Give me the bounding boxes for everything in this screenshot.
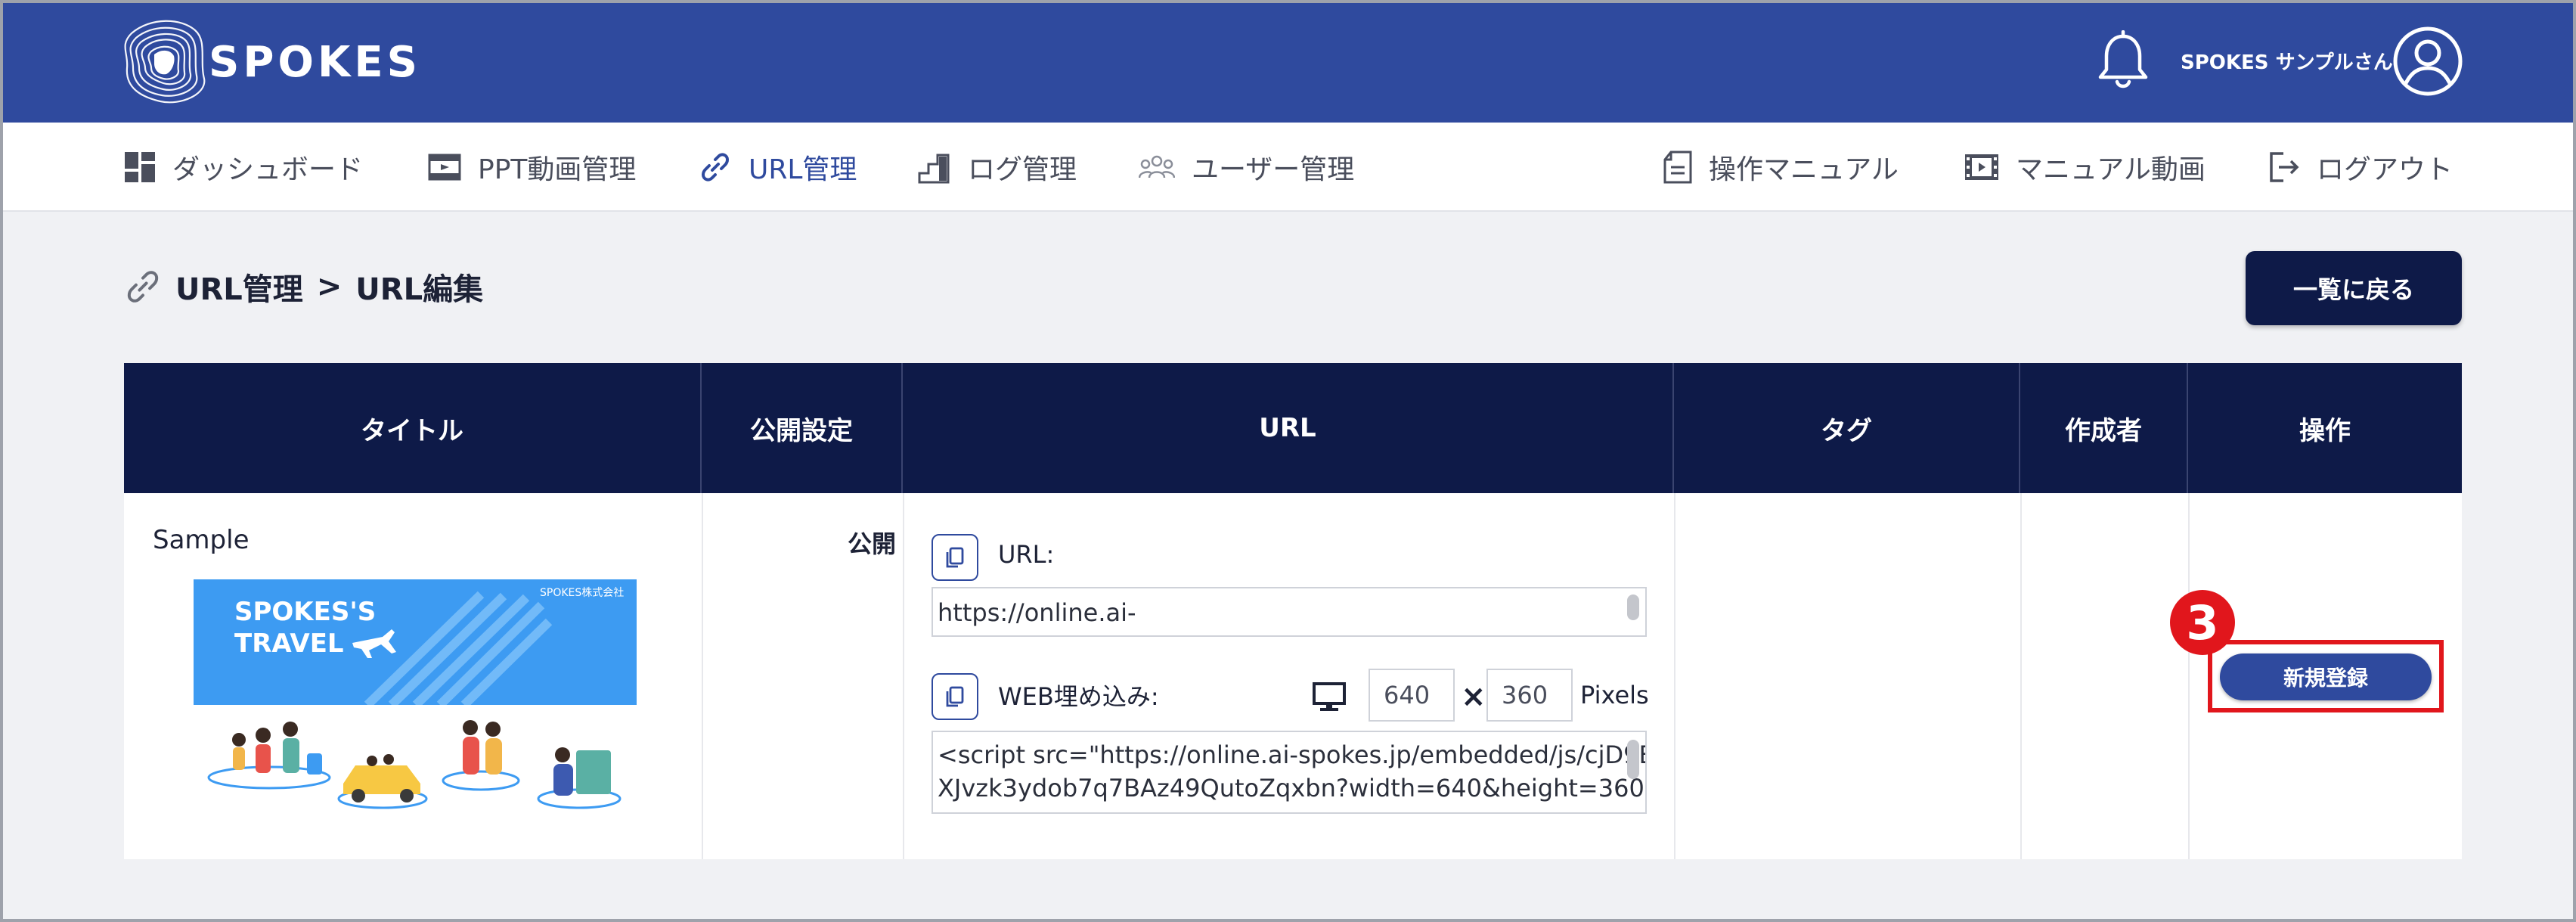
- stairs-chart-icon: [918, 154, 950, 184]
- nav-label: PPT動画管理: [478, 154, 637, 185]
- nav-item-manual[interactable]: 操作マニュアル: [1663, 123, 1899, 212]
- column-header-actions: 操作: [2299, 415, 2351, 446]
- link-icon: [127, 271, 159, 303]
- url-label: URL:: [998, 540, 1055, 569]
- column-divider: [2020, 493, 2022, 859]
- nav-item-ppt-video[interactable]: PPT動画管理: [428, 123, 636, 212]
- row-title: Sample: [153, 525, 250, 555]
- url-field[interactable]: https://online.ai-spokes.jp/view/cjD9BXJ…: [932, 587, 1647, 637]
- column-divider: [702, 493, 703, 859]
- logout-icon: [2270, 152, 2299, 182]
- nav-item-logout[interactable]: ログアウト: [2268, 123, 2453, 212]
- nav-label: 操作マニュアル: [1709, 154, 1899, 185]
- nav-label: マニュアル動画: [2016, 154, 2206, 185]
- monitor-icon: [1313, 682, 1346, 711]
- embed-width-value: 640: [1384, 681, 1431, 709]
- nav-label: URL管理: [749, 154, 857, 185]
- nav-item-url[interactable]: URL管理: [699, 123, 857, 212]
- top-header: SPOKES SPOKES サンプルさん: [3, 3, 2573, 123]
- document-icon: [1663, 151, 1692, 184]
- embed-height-input[interactable]: 360: [1486, 669, 1573, 722]
- column-header-tag: タグ: [1674, 363, 2020, 493]
- thumbnail-company: SPOKES株式会社: [540, 587, 624, 599]
- nav-item-users[interactable]: ユーザー管理: [1139, 123, 1354, 212]
- table-header: タイトル 公開設定 URL タグ 作成者 操作: [124, 363, 2462, 493]
- column-header-public: 公開設定: [702, 363, 903, 493]
- embed-label: WEB埋め込み:: [998, 682, 1159, 711]
- column-header-creator: 作成者: [2020, 363, 2188, 493]
- column-header-title: タイトル: [124, 363, 702, 493]
- column-divider: [1674, 493, 1675, 859]
- embed-code-line2: XJvzk3ydob7q7BAz49QutoZqxbn?width=640&he…: [938, 774, 1647, 802]
- embed-code-field[interactable]: <script src="https://online.ai-spokes.jp…: [932, 731, 1647, 814]
- breadcrumb-current: URL編集: [355, 272, 484, 307]
- embed-code-line1: <script src="https://online.ai-spokes.jp…: [938, 740, 1647, 769]
- nav-item-dashboard[interactable]: ダッシュボード: [124, 123, 363, 212]
- app-window: SPOKES SPOKES サンプルさん ダッシュボード PPT動画管理 URL…: [0, 0, 2576, 922]
- register-button[interactable]: 新規登録: [2220, 653, 2432, 700]
- nav-label: ログアウト: [2317, 154, 2454, 185]
- brand-name: SPOKES: [209, 38, 421, 87]
- video-icon: [1965, 154, 1998, 180]
- nav-item-manual-video[interactable]: マニュアル動画: [1964, 123, 2206, 212]
- embed-height-value: 360: [1502, 681, 1548, 709]
- thumbnail-title-line2: TRAVEL: [234, 629, 344, 659]
- link-icon: [701, 153, 730, 182]
- scrollbar[interactable]: [1627, 740, 1639, 779]
- scrollbar[interactable]: [1627, 594, 1639, 620]
- url-value: https://online.ai-spokes.jp/view/cjD9BXJ…: [938, 598, 1441, 635]
- nav-label: ユーザー管理: [1192, 154, 1355, 185]
- bell-icon[interactable]: [2096, 30, 2150, 91]
- breadcrumb: URL管理 > URL編集: [124, 265, 483, 309]
- film-icon: [428, 154, 461, 181]
- embed-width-input[interactable]: 640: [1369, 669, 1455, 722]
- nav-item-log[interactable]: ログ管理: [918, 123, 1077, 212]
- times-sign: ×: [1461, 679, 1486, 714]
- pixels-unit: Pixels: [1580, 681, 1649, 709]
- copy-icon: [946, 547, 964, 568]
- breadcrumb-separator: >: [316, 269, 343, 304]
- url-table: タイトル 公開設定 URL タグ 作成者 操作 Sample SPOKES'S …: [124, 363, 2462, 859]
- main-nav: ダッシュボード PPT動画管理 URL管理 ログ管理 ユーザー管理 操作マニュア…: [3, 123, 2573, 212]
- video-thumbnail[interactable]: SPOKES'S TRAVEL SPOKES株式会社: [194, 579, 637, 814]
- users-icon: [1139, 155, 1175, 179]
- user-avatar-icon[interactable]: [2392, 26, 2463, 97]
- dashboard-icon: [125, 152, 155, 182]
- back-to-list-button[interactable]: 一覧に戻る: [2246, 251, 2462, 325]
- copy-url-button[interactable]: [932, 534, 978, 581]
- column-divider: [2188, 493, 2190, 859]
- nav-label: ダッシュボード: [172, 154, 364, 185]
- copy-icon: [946, 686, 964, 707]
- column-header-url: URL: [903, 363, 1674, 493]
- user-name[interactable]: SPOKES サンプルさん: [2181, 47, 2393, 75]
- breadcrumb-parent[interactable]: URL管理: [175, 265, 303, 309]
- nav-label: ログ管理: [968, 154, 1077, 185]
- thumbnail-title-line1: SPOKES'S: [234, 597, 376, 627]
- copy-embed-button[interactable]: [932, 673, 978, 720]
